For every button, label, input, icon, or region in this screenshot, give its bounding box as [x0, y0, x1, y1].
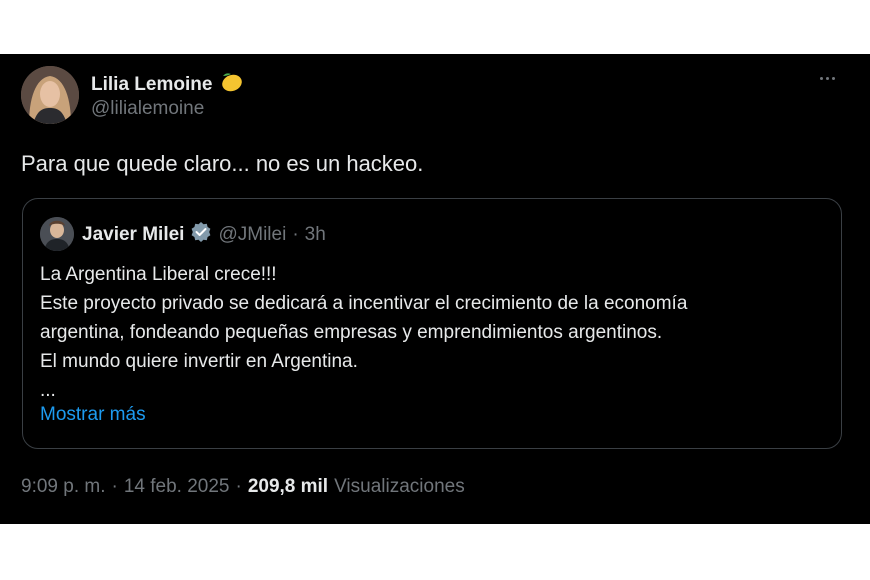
post-time[interactable]: 9:09 p. m.	[21, 476, 106, 498]
quoted-tweet[interactable]: Javier Milei @JMilei · 3h La Argentina L…	[22, 198, 842, 449]
quoted-handle[interactable]: @JMilei	[218, 224, 286, 246]
tweet-meta: 9:09 p. m. · 14 feb. 2025 · 209,8 mil Vi…	[21, 476, 465, 498]
views-label: Visualizaciones	[334, 476, 465, 497]
quoted-line: El mundo quiere invertir en Argentina.	[40, 351, 358, 372]
lemon-icon	[218, 70, 244, 99]
show-more-link[interactable]: Mostrar más	[40, 404, 146, 426]
quoted-line: Este proyecto privado se dedicará a ince…	[40, 293, 688, 314]
quoted-line: La Argentina Liberal crece!!!	[40, 264, 277, 285]
quoted-line: argentina, fondeando pequeñas empresas y…	[40, 322, 663, 343]
quoted-time[interactable]: 3h	[305, 224, 326, 246]
meta-separator: ·	[111, 476, 118, 497]
quoted-line: ...	[40, 380, 56, 401]
more-options-icon[interactable]	[820, 71, 842, 85]
author-handle[interactable]: @lilialemoine	[91, 98, 204, 120]
author-name-row: Lilia Lemoine	[91, 70, 244, 99]
quoted-header: Javier Milei @JMilei · 3h	[82, 221, 326, 249]
quoted-separator: ·	[292, 224, 299, 245]
meta-separator: ·	[235, 476, 242, 497]
verified-badge-icon	[190, 221, 212, 249]
quoted-name[interactable]: Javier Milei	[82, 224, 184, 246]
post-date[interactable]: 14 feb. 2025	[124, 476, 230, 498]
quoted-avatar[interactable]	[40, 217, 74, 251]
tweet-text: Para que quede claro... no es un hackeo.	[21, 151, 424, 176]
author-name[interactable]: Lilia Lemoine	[91, 74, 212, 96]
views-count: 209,8 mil	[247, 476, 329, 497]
author-avatar[interactable]	[21, 66, 79, 124]
quoted-text: La Argentina Liberal crece!!! Este proye…	[40, 260, 827, 405]
